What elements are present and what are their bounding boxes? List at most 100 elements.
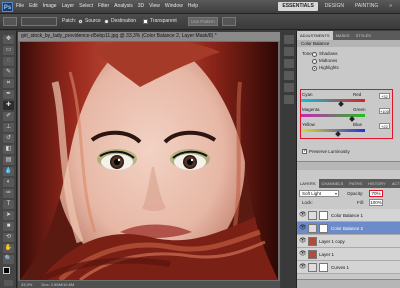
type-tool-icon[interactable]: T xyxy=(3,200,14,209)
menu-filter[interactable]: Filter xyxy=(98,3,109,9)
mini-bridge-icon[interactable] xyxy=(284,35,294,44)
cyan-label: Cyan xyxy=(302,92,313,97)
history-brush-tool-icon[interactable]: ↺ xyxy=(3,134,14,143)
path-selection-tool-icon[interactable]: ➤ xyxy=(3,211,14,220)
green-label: Green xyxy=(353,107,366,112)
pattern-picker[interactable] xyxy=(222,17,236,26)
blend-mode-select[interactable]: Soft Light ▾ xyxy=(299,190,339,197)
visibility-eye-icon[interactable]: 👁 xyxy=(299,264,307,270)
character-panel-icon[interactable] xyxy=(284,83,294,92)
history-panel-icon[interactable] xyxy=(284,47,294,56)
menu-image[interactable]: Image xyxy=(43,3,57,9)
layer-name: Curves 1 xyxy=(331,265,350,270)
zoom-level[interactable]: 33,3% xyxy=(21,282,32,287)
menu-3d[interactable]: 3D xyxy=(138,3,144,9)
menu-edit[interactable]: Edit xyxy=(29,3,38,9)
workspace-more[interactable]: » xyxy=(385,2,396,11)
tab-masks[interactable]: MASKS xyxy=(333,31,353,40)
gradient-tool-icon[interactable]: ▤ xyxy=(3,156,14,165)
move-tool-icon[interactable]: ✥ xyxy=(3,35,14,44)
tab-actions[interactable]: ACTIONS xyxy=(389,179,400,188)
brush-tool-icon[interactable]: ✐ xyxy=(3,112,14,121)
tab-adjustments[interactable]: ADJUSTMENTS xyxy=(297,31,333,40)
clone-stamp-tool-icon[interactable]: ⊥ xyxy=(3,123,14,132)
source-label: Source xyxy=(85,18,101,24)
magenta-green-value[interactable]: +100 xyxy=(379,108,390,114)
fill-field[interactable]: 100% xyxy=(369,199,383,206)
hand-tool-icon[interactable]: ✋ xyxy=(3,244,14,253)
opacity-field[interactable]: 70% xyxy=(369,190,383,197)
doc-size[interactable]: Doc: 2.65M/10.6M xyxy=(41,282,74,287)
document-tab[interactable]: girl_stock_by_lady_providence-d5ebp11.jp… xyxy=(18,32,280,41)
status-bar: 33,3% Doc: 2.65M/10.6M xyxy=(18,281,280,288)
shape-tool-icon[interactable]: ■ xyxy=(3,222,14,231)
shadows-radio[interactable] xyxy=(312,52,317,57)
dodge-tool-icon[interactable]: ◐ xyxy=(3,178,14,187)
3d-rotate-tool-icon[interactable]: ⟲ xyxy=(3,233,14,242)
portrait-photo[interactable] xyxy=(20,42,278,280)
menu-select[interactable]: Select xyxy=(79,3,93,9)
patch-tool-icon[interactable]: ✚ xyxy=(3,101,14,110)
visibility-eye-icon[interactable]: 👁 xyxy=(299,251,307,257)
menu-view[interactable]: View xyxy=(149,3,160,9)
menu-analysis[interactable]: Analysis xyxy=(114,3,133,9)
menu-window[interactable]: Window xyxy=(165,3,183,9)
menu-layer[interactable]: Layer xyxy=(62,3,75,9)
layer-mask-thumbnail[interactable] xyxy=(319,224,328,233)
midtones-radio[interactable] xyxy=(312,59,317,64)
quick-selection-tool-icon[interactable]: ✎ xyxy=(3,68,14,77)
yellow-label: Yellow xyxy=(302,122,315,127)
workspace-essentials[interactable]: ESSENTIALS xyxy=(278,2,318,11)
layer-row-curves-1[interactable]: 👁 Curves 1 xyxy=(297,261,400,274)
tab-channels[interactable]: CHANNELS xyxy=(319,179,347,188)
workspace-painting[interactable]: PAINTING xyxy=(351,2,382,11)
layer-row-color-balance-1[interactable]: 👁 Color Balance 1 xyxy=(297,209,400,222)
destination-label: Destination xyxy=(111,18,137,24)
layer-row-layer-1[interactable]: 👁 Layer 1 xyxy=(297,248,400,261)
foreground-color-swatch[interactable] xyxy=(3,267,10,274)
layer-mask-thumbnail[interactable] xyxy=(319,263,328,272)
menu-file[interactable]: File xyxy=(16,3,24,9)
preserve-luminosity-checkbox[interactable] xyxy=(302,148,307,154)
visibility-eye-icon[interactable]: 👁 xyxy=(299,212,307,218)
layer-row-layer-1-copy[interactable]: 👁 Layer 1 copy xyxy=(297,235,400,248)
yellow-blue-value[interactable]: +22 xyxy=(379,123,390,129)
crop-tool-icon[interactable]: ⌗ xyxy=(3,79,14,88)
pen-tool-icon[interactable]: ✑ xyxy=(3,189,14,198)
midtones-label: Midtones xyxy=(319,58,338,63)
menu-help[interactable]: Help xyxy=(188,3,198,9)
cyan-red-slider[interactable] xyxy=(301,99,365,102)
tab-layers[interactable]: LAYERS xyxy=(297,179,319,188)
zoom-tool-icon[interactable]: 🔍 xyxy=(3,255,14,264)
color-panel-icon[interactable] xyxy=(284,59,294,68)
workspace-design[interactable]: DESIGN xyxy=(321,2,348,11)
tab-paths[interactable]: PATHS xyxy=(346,179,365,188)
swatches-panel-icon[interactable] xyxy=(284,71,294,80)
use-pattern-button[interactable]: Use Pattern xyxy=(188,17,218,26)
selection-mode-buttons[interactable] xyxy=(21,17,57,26)
paragraph-panel-icon[interactable] xyxy=(284,95,294,104)
source-radio[interactable] xyxy=(78,19,83,24)
eyedropper-tool-icon[interactable]: ✒ xyxy=(3,90,14,99)
transparent-checkbox[interactable] xyxy=(143,19,148,24)
cyan-red-value[interactable]: +32 xyxy=(379,93,390,99)
visibility-eye-icon[interactable]: 👁 xyxy=(299,238,307,244)
highlights-radio[interactable] xyxy=(312,66,317,71)
blur-tool-icon[interactable]: 💧 xyxy=(3,167,14,176)
lasso-tool-icon[interactable]: ◌ xyxy=(3,57,14,66)
destination-radio[interactable] xyxy=(104,19,109,24)
marquee-tool-icon[interactable]: ▭ xyxy=(3,46,14,55)
photoshop-logo: Ps xyxy=(2,2,13,12)
visibility-eye-icon[interactable]: 👁 xyxy=(299,225,307,231)
patch-tool-preset[interactable] xyxy=(3,17,17,26)
layer-row-color-balance-2[interactable]: 👁 Color Balance 2 xyxy=(297,222,400,235)
portrait-image xyxy=(20,42,278,280)
magenta-green-slider[interactable] xyxy=(301,114,365,117)
tab-styles[interactable]: STYLES xyxy=(353,31,374,40)
quick-mask-icon[interactable] xyxy=(4,280,13,286)
layer-mask-thumbnail[interactable] xyxy=(319,211,328,220)
eraser-tool-icon[interactable]: ◧ xyxy=(3,145,14,154)
yellow-blue-slider[interactable] xyxy=(301,129,365,132)
tab-history[interactable]: HISTORY xyxy=(365,179,389,188)
chevron-down-icon: ▾ xyxy=(334,191,337,196)
